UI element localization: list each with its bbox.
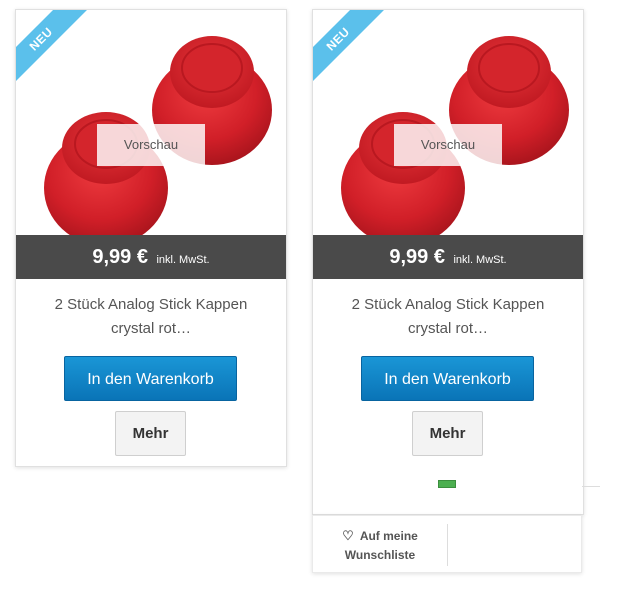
product-image[interactable]: NEU Vorschau 9,99 € inkl. MwSt. [313, 10, 583, 280]
wishlist-label-line-2[interactable]: Wunschliste [313, 546, 447, 565]
wishlist-panel: ♡ Auf meine Wunschliste [312, 515, 582, 573]
product-card[interactable]: NEU Vorschau 9,99 € inkl. MwSt. 2 Stück … [312, 9, 584, 515]
more-button[interactable]: Mehr [115, 411, 186, 456]
add-to-cart-button[interactable]: In den Warenkorb [64, 356, 237, 401]
divider [447, 524, 448, 566]
tax-note: inkl. MwSt. [156, 254, 210, 266]
add-to-cart-button[interactable]: In den Warenkorb [361, 356, 534, 401]
product-title-line-2[interactable]: crystal rot… [26, 317, 276, 341]
product-title-line-2[interactable]: crystal rot… [323, 317, 573, 341]
preview-button[interactable]: Vorschau [394, 124, 502, 166]
heart-icon: ♡ [342, 528, 354, 543]
product-title-line-1[interactable]: 2 Stück Analog Stick Kappen [26, 293, 276, 317]
price: 9,99 € [389, 246, 445, 268]
stock-indicator [438, 480, 456, 488]
product-title[interactable]: 2 Stück Analog Stick Kappen crystal rot… [26, 293, 276, 341]
product-card[interactable]: NEU Vorschau 9,99 € inkl. MwSt. 2 Stück … [15, 9, 287, 467]
wishlist-label-line-1[interactable]: Auf meine [360, 529, 418, 543]
product-image[interactable]: NEU Vorschau 9,99 € inkl. MwSt. [16, 10, 286, 280]
preview-button[interactable]: Vorschau [97, 124, 205, 166]
new-badge-label: NEU [16, 10, 92, 90]
price-bar: 9,99 € inkl. MwSt. [313, 235, 583, 279]
price-bar: 9,99 € inkl. MwSt. [16, 235, 286, 279]
product-title-line-1[interactable]: 2 Stück Analog Stick Kappen [323, 293, 573, 317]
tax-note: inkl. MwSt. [453, 254, 507, 266]
more-button[interactable]: Mehr [412, 411, 483, 456]
new-badge: NEU [16, 10, 101, 95]
divider [582, 486, 600, 487]
new-badge-label: NEU [313, 10, 389, 90]
new-badge: NEU [313, 10, 398, 95]
add-to-wishlist-link[interactable]: ♡ Auf meine Wunschliste [313, 526, 447, 565]
price: 9,99 € [92, 246, 148, 268]
product-title[interactable]: 2 Stück Analog Stick Kappen crystal rot… [323, 293, 573, 341]
